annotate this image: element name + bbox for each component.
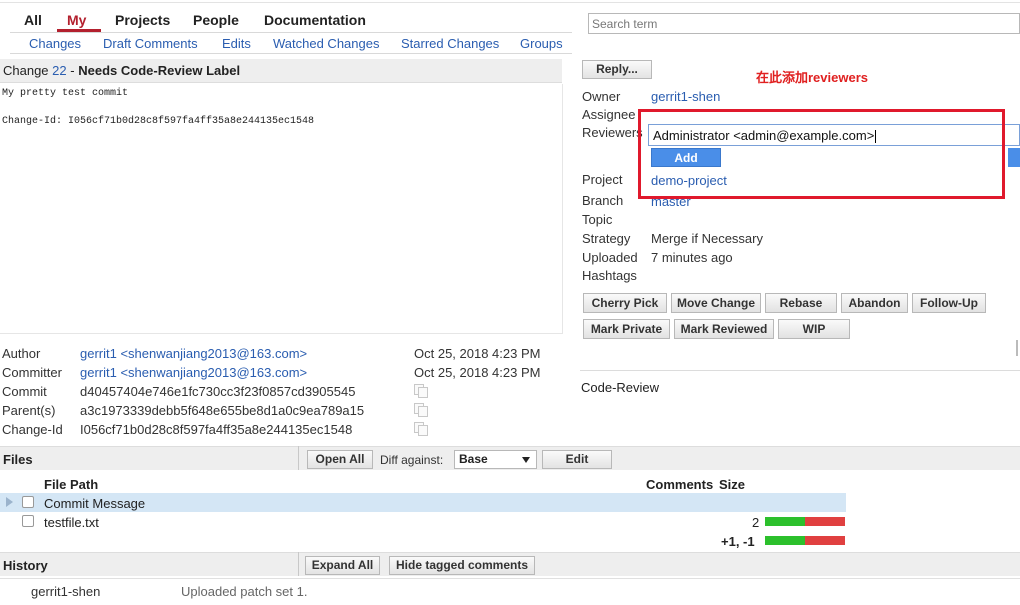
subtab-starred-changes[interactable]: Starred Changes [401,36,499,51]
change-number-link[interactable]: 22 [52,63,66,78]
insertions-bar [765,517,805,526]
file-link-testfile[interactable]: testfile.txt [44,515,99,530]
file-checkbox[interactable] [22,515,34,527]
dropdown-caret-icon [522,457,530,463]
edit-button[interactable]: Edit [542,450,612,469]
parent-label: Parent(s) [2,403,56,418]
files-separator [298,446,299,470]
cherry-pick-button[interactable]: Cherry Pick [583,293,667,313]
comments-header: Comments [646,477,714,492]
cancel-button-partial[interactable] [1008,148,1020,167]
change-header: Change 22 - Needs Code-Review Label [0,59,562,83]
tab-my[interactable]: My [67,12,86,28]
history-separator [298,552,299,576]
deletions-bar [805,517,845,526]
uploaded-label: Uploaded [582,250,638,265]
copy-changeid-icon[interactable] [414,422,428,436]
change-status: Needs Code-Review Label [78,63,241,78]
project-label: Project [582,172,623,187]
change-prefix: Change [3,63,49,78]
committer-link[interactable]: gerrit1 <shenwanjiang2013@163.com> [80,365,307,380]
parent-hash: a3c1973339debb5f648e655be8d1a0c9ea789a15 [80,403,365,418]
commit-label: Commit [2,384,47,399]
file-path-header: File Path [44,477,99,492]
total-deletions-bar [805,536,845,545]
copy-parent-icon[interactable] [414,403,428,417]
expand-handle-icon[interactable] [1016,340,1020,356]
uploaded-value: 7 minutes ago [651,250,733,265]
total-delta: +1, -1 [721,534,755,549]
subtab-edits[interactable]: Edits [222,36,251,51]
commit-message: My pretty test commit Change-Id: I056cf7… [2,87,314,129]
file-checkbox[interactable] [22,496,34,508]
owner-label: Owner [582,89,621,104]
copy-commit-icon[interactable] [414,384,428,398]
tab-people[interactable]: People [193,12,239,28]
row-pointer-icon [6,497,13,507]
top-divider [0,2,1020,3]
move-change-button[interactable]: Move Change [671,293,761,313]
commit-hash: d40457404e746e1fc730cc3f23f0857cd3905545 [80,384,356,399]
history-entry-user[interactable]: gerrit1-shen [31,584,100,599]
reply-button[interactable]: Reply... [582,60,652,79]
topic-label: Topic [582,212,613,227]
rebase-button[interactable]: Rebase [765,293,837,313]
mark-private-button[interactable]: Mark Private [583,319,670,339]
commit-message-line1: My pretty test commit [2,88,129,99]
changeid-label: Change-Id [2,422,63,437]
strategy-value: Merge if Necessary [651,231,763,246]
diff-against-value: Base [459,452,488,466]
history-entry-text: Uploaded patch set 1. [181,584,308,599]
annotation-highlight-box [638,109,1005,199]
author-label: Author [2,346,41,361]
open-all-button[interactable]: Open All [307,450,373,469]
commit-message-line2: Change-Id: I056cf71b0d28c8f597fa4ff35a8e… [2,116,315,127]
code-review-label: Code-Review [581,380,660,395]
subtab-watched-changes[interactable]: Watched Changes [273,36,379,51]
history-row-divider [0,578,1020,579]
hide-tagged-comments-button[interactable]: Hide tagged comments [389,556,535,575]
wip-button[interactable]: WIP [778,319,850,339]
history-title: History [3,558,48,573]
file-link-commit-message[interactable]: Commit Message [44,496,145,511]
owner-link[interactable]: gerrit1-shen [651,89,720,104]
diff-against-label: Diff against: [380,453,444,467]
labels-divider [580,370,1020,371]
abandon-button[interactable]: Abandon [841,293,908,313]
tab-all[interactable]: All [24,12,42,28]
subtab-groups[interactable]: Groups [520,36,563,51]
committer-label: Committer [2,365,62,380]
author-date: Oct 25, 2018 4:23 PM [414,346,541,361]
changeid-value: I056cf71b0d28c8f597fa4ff35a8e244135ec154… [80,422,353,437]
annotation-note: 在此添加reviewers [756,70,868,85]
expand-all-button[interactable]: Expand All [305,556,380,575]
files-title: Files [3,452,33,467]
subtab-draft-comments[interactable]: Draft Comments [103,36,198,51]
search-input[interactable] [588,13,1020,34]
header-dash: - [70,63,75,78]
reviewers-label: Reviewers [582,125,643,140]
hashtags-label: Hashtags [582,268,637,283]
mark-reviewed-button[interactable]: Mark Reviewed [674,319,774,339]
size-header: Size [719,477,746,492]
diff-against-select[interactable]: Base [454,450,537,469]
file-comment-count: 2 [752,515,760,530]
total-insertions-bar [765,536,805,545]
tab-projects[interactable]: Projects [115,12,170,28]
branch-label: Branch [582,193,624,208]
assignee-label: Assignee [582,107,636,122]
author-link[interactable]: gerrit1 <shenwanjiang2013@163.com> [80,346,307,361]
committer-date: Oct 25, 2018 4:23 PM [414,365,541,380]
follow-up-button[interactable]: Follow-Up [912,293,986,313]
subtab-changes[interactable]: Changes [29,36,81,51]
tab-documentation[interactable]: Documentation [264,12,366,28]
strategy-label: Strategy [582,231,631,246]
